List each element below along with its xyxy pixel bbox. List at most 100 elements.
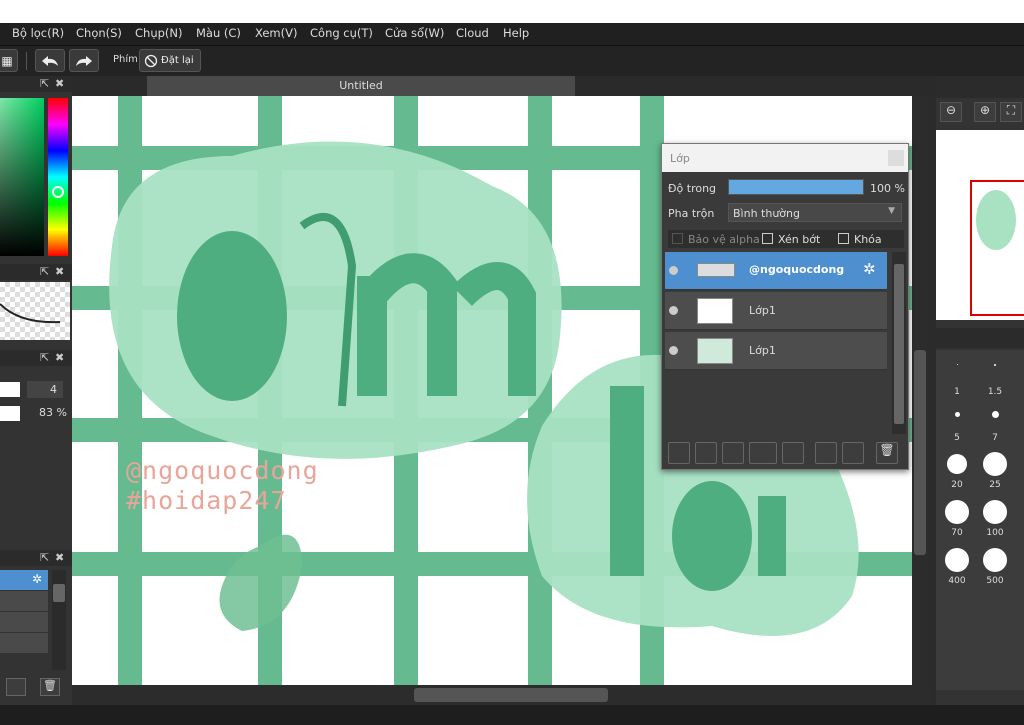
grid-icon: ▦ <box>1 53 13 68</box>
brush-size-item[interactable]: 1 <box>938 354 976 400</box>
new-layer-button[interactable] <box>668 442 690 464</box>
navigator-header <box>936 76 1024 98</box>
panel-close-button[interactable] <box>888 150 904 166</box>
duplicate-layer-button[interactable] <box>815 442 837 464</box>
brush-size-item[interactable]: 25 <box>976 450 1014 496</box>
blend-mode-select[interactable]: Bình thường ▼ <box>728 203 902 222</box>
letter-a <box>672 481 752 591</box>
layer-mini-row[interactable] <box>0 591 48 611</box>
undock-icon[interactable]: ⇱ <box>40 77 49 90</box>
blend-label: Pha trộn <box>668 207 715 220</box>
gear-icon[interactable]: ✲ <box>32 572 42 586</box>
layer-opacity-fill <box>729 180 863 194</box>
gear-icon[interactable]: ✲ <box>863 260 876 278</box>
undock-icon[interactable]: ⇱ <box>40 351 49 364</box>
close-icon[interactable]: ✖ <box>55 351 64 364</box>
layer-mini-row[interactable] <box>0 633 48 653</box>
redo-button[interactable] <box>69 49 99 72</box>
reset-button[interactable]: Đặt lại <box>139 49 201 72</box>
zoom-out-button[interactable]: ⊖ <box>940 102 962 122</box>
color-panel-header: ⇱ ✖ <box>0 76 72 92</box>
opacity-label: Độ trong <box>668 182 717 195</box>
lock-checkbox[interactable] <box>838 233 849 244</box>
brush-size-item[interactable]: 5 <box>938 402 976 448</box>
menu-bar: Bộ lọc(R) Chọn(S) Chụp(N) Màu (C) Xem(V)… <box>0 23 1024 45</box>
brush-size-item[interactable]: 1.5 <box>976 354 1014 400</box>
duplicate-layer-button[interactable] <box>6 678 26 696</box>
layer-list-scrollbar[interactable] <box>892 252 906 434</box>
close-icon[interactable]: ✖ <box>55 265 64 278</box>
clip-checkbox[interactable] <box>762 233 773 244</box>
delete-layer-button[interactable]: 🗑 <box>876 442 898 464</box>
hue-slider[interactable] <box>48 98 68 256</box>
undock-icon[interactable]: ⇱ <box>40 551 49 564</box>
merge-layer-button[interactable] <box>842 442 864 464</box>
brush-size-item[interactable]: 20 <box>938 450 976 496</box>
fit-button[interactable]: ⛶ <box>1000 102 1022 122</box>
watermark-line2: #hoidap247 <box>126 486 287 515</box>
layer-mini-scrollbar[interactable] <box>52 570 66 670</box>
menu-view[interactable]: Xem(V) <box>255 26 297 40</box>
brush-size-item[interactable]: 500 <box>976 546 1014 592</box>
menu-help[interactable]: Help <box>503 26 529 40</box>
layer-panel-title: Lớp <box>670 152 690 165</box>
layer-mini-selected[interactable]: ✲ <box>0 570 48 590</box>
layer-row[interactable]: @ngoquocdong ✲ <box>665 252 887 290</box>
undock-icon[interactable]: ⇱ <box>40 265 49 278</box>
menu-cloud[interactable]: Cloud <box>456 26 489 40</box>
clip-label: Xén bớt <box>778 233 821 246</box>
navigator-preview[interactable] <box>936 130 1024 320</box>
add-layer-menu-button[interactable] <box>749 442 777 464</box>
menu-color[interactable]: Màu (C) <box>196 26 241 40</box>
document-tab[interactable]: Untitled <box>147 76 575 96</box>
visibility-icon[interactable] <box>669 266 678 275</box>
brush-size-item[interactable]: 400 <box>938 546 976 592</box>
brush-size-header <box>936 328 1024 348</box>
layer-mini-row[interactable] <box>0 612 48 632</box>
grid-button[interactable]: ▦ <box>0 49 18 72</box>
brush-panel-header: ⇱ ✖ <box>0 264 72 280</box>
brush-settings-header: ⇱ ✖ <box>0 350 72 366</box>
reset-label: Đặt lại <box>161 55 194 66</box>
opacity-slider[interactable] <box>0 406 20 421</box>
scroll-thumb[interactable] <box>414 688 608 702</box>
zoom-in-button[interactable]: ⊕ <box>974 102 996 122</box>
layer-row[interactable]: Lớp1 <box>665 332 887 370</box>
scroll-thumb[interactable] <box>53 584 65 602</box>
layer-opacity-slider[interactable] <box>728 179 864 195</box>
layer-panel-titlebar[interactable]: Lớp <box>662 144 908 172</box>
layer-name: Lớp1 <box>749 304 776 317</box>
new-1bit-layer-button[interactable] <box>722 442 744 464</box>
trash-icon: 🗑 <box>879 443 895 457</box>
menu-select[interactable]: Chọn(S) <box>76 26 122 40</box>
menu-capture[interactable]: Chụp(N) <box>135 26 182 40</box>
menu-tools[interactable]: Công cụ(T) <box>310 26 373 40</box>
document-tab-bar: Untitled <box>72 76 936 96</box>
color-saturation-field[interactable] <box>0 98 44 256</box>
size-value[interactable]: 4 <box>27 381 63 398</box>
scroll-thumb[interactable] <box>894 264 904 424</box>
size-slider[interactable] <box>0 382 20 397</box>
no-sign-icon <box>144 54 158 67</box>
layer-row[interactable]: Lớp1 <box>665 292 887 330</box>
close-icon[interactable]: ✖ <box>55 551 64 564</box>
close-icon[interactable]: ✖ <box>55 77 64 90</box>
new-8bit-layer-button[interactable] <box>695 442 717 464</box>
visibility-icon[interactable] <box>669 306 678 315</box>
visibility-icon[interactable] <box>669 346 678 355</box>
undo-icon <box>42 55 58 66</box>
brush-size-item[interactable]: 70 <box>938 498 976 544</box>
menu-window[interactable]: Cửa sổ(W) <box>385 26 444 40</box>
protect-alpha-checkbox[interactable] <box>672 233 683 244</box>
scroll-thumb[interactable] <box>914 350 926 555</box>
new-folder-button[interactable] <box>782 442 804 464</box>
delete-layer-button[interactable]: 🗑 <box>40 678 60 696</box>
canvas-horizontal-scrollbar[interactable] <box>72 685 932 705</box>
undo-button[interactable] <box>35 49 65 72</box>
brush-size-item[interactable]: 7 <box>976 402 1014 448</box>
menu-filter[interactable]: Bộ lọc(R) <box>12 26 64 40</box>
canvas-vertical-scrollbar[interactable] <box>912 96 928 686</box>
brush-size-item[interactable]: 100 <box>976 498 1014 544</box>
hue-handle[interactable] <box>52 186 64 198</box>
redo-icon <box>76 55 92 66</box>
